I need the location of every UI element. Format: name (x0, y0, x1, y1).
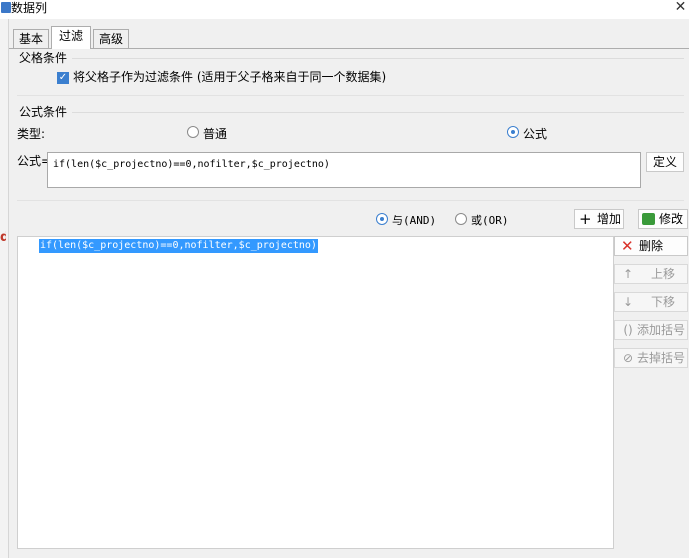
modify-button[interactable]: 修改 (638, 209, 688, 229)
condition-list-item[interactable]: if(len($c_projectno)==0,nofilter,$c_proj… (39, 239, 318, 253)
move-up-label: 上移 (651, 267, 676, 281)
type-formula-label: 公式 (523, 127, 548, 141)
add-button[interactable]: + 增加 (574, 209, 624, 229)
arrow-down-icon: ↓ (622, 295, 634, 309)
modify-button-label: 修改 (659, 212, 684, 226)
parent-cell-section-title: 父格条件 (19, 51, 68, 65)
and-radio[interactable] (376, 213, 388, 225)
formula-condition-section-title: 公式条件 (19, 105, 68, 119)
arrow-up-icon: ↑ (622, 267, 634, 281)
type-formula-radio[interactable] (507, 126, 519, 138)
formula-input-value: if(len($c_projectno)==0,nofilter,$c_proj… (53, 159, 330, 170)
move-up-button[interactable]: ↑ 上移 (614, 264, 688, 284)
remove-bracket-label: 去掉括号 (637, 351, 686, 365)
add-bracket-label: 添加括号 (637, 323, 686, 337)
and-label: 与(AND) (392, 214, 437, 227)
delete-icon: ✕ (621, 237, 634, 255)
type-normal-radio[interactable] (187, 126, 199, 138)
add-button-label: 增加 (597, 212, 622, 226)
parent-filter-checkbox-label: 将父格子作为过滤条件 (适用于父子格来自于同一个数据集) (73, 70, 387, 84)
remove-bracket-button[interactable]: ⊘ 去掉括号 (614, 348, 688, 368)
tab-advanced[interactable]: 高级 (93, 29, 129, 48)
move-down-label: 下移 (651, 295, 676, 309)
formula-input[interactable]: if(len($c_projectno)==0,nofilter,$c_proj… (47, 152, 641, 188)
plus-icon: + (579, 210, 592, 228)
window-title: 数据列 (11, 1, 48, 15)
or-label: 或(OR) (471, 214, 509, 227)
tab-basic[interactable]: 基本 (13, 29, 49, 48)
move-down-button[interactable]: ↓ 下移 (614, 292, 688, 312)
add-bracket-button[interactable]: () 添加括号 (614, 320, 688, 340)
define-button[interactable]: 定义 (646, 152, 684, 172)
section-divider (17, 200, 684, 201)
delete-button-label: 删除 (639, 239, 664, 253)
section-divider (17, 95, 684, 96)
bracket-add-icon: () (623, 323, 633, 337)
bracket-remove-icon: ⊘ (622, 351, 634, 365)
section-divider (72, 58, 684, 59)
or-radio[interactable] (455, 213, 467, 225)
type-normal-label: 普通 (203, 127, 228, 141)
close-icon[interactable]: ✕ (672, 0, 689, 16)
formula-label: 公式= (17, 154, 52, 168)
edit-icon (642, 213, 655, 225)
condition-list[interactable]: if(len($c_projectno)==0,nofilter,$c_proj… (17, 236, 614, 549)
tab-filter[interactable]: 过滤 (51, 26, 91, 49)
delete-button[interactable]: ✕ 删除 (614, 236, 688, 256)
type-label: 类型: (17, 127, 46, 141)
tab-bar: 基本 过滤 高级 (9, 26, 689, 49)
background-glyph: d (0, 230, 6, 245)
app-icon (1, 2, 11, 13)
parent-filter-checkbox[interactable]: ✓ (57, 72, 69, 84)
background-window-strip (0, 19, 9, 558)
section-divider (72, 112, 684, 113)
title-bar (0, 0, 689, 19)
